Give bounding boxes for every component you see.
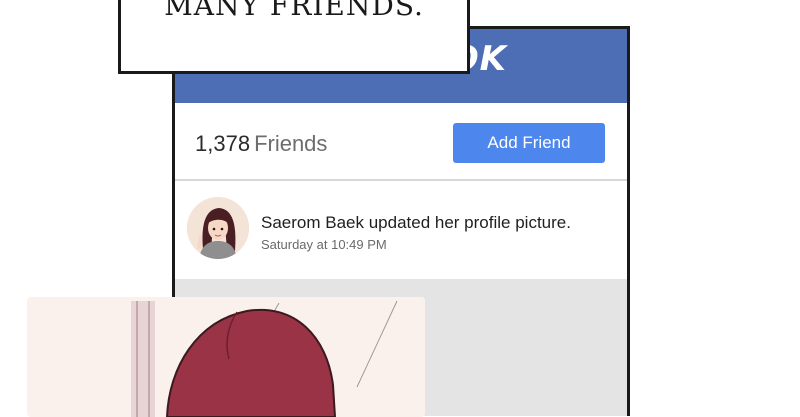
friends-bar: 1,378 Friends Add Friend [175, 103, 627, 181]
post-time[interactable]: Saturday at 10:49 PM [261, 237, 571, 252]
friend-count: 1,378 [195, 131, 251, 156]
add-friend-button[interactable]: Add Friend [453, 123, 605, 163]
avatar[interactable] [187, 197, 249, 259]
friends-label: Friends [254, 131, 328, 156]
profile-avatar-image [187, 197, 249, 259]
feed-post: Saerom Baek updated her profile picture.… [175, 181, 627, 279]
friend-count-line: 1,378 Friends [195, 131, 327, 157]
caption-text: MANY FRIENDS. [164, 0, 424, 22]
post-title[interactable]: Saerom Baek updated her profile picture. [261, 213, 571, 233]
post-text: Saerom Baek updated her profile picture.… [261, 213, 571, 252]
caption-box: MANY FRIENDS. [118, 0, 470, 74]
profile-picture-card[interactable] [27, 297, 425, 417]
profile-picture-image [27, 297, 425, 417]
